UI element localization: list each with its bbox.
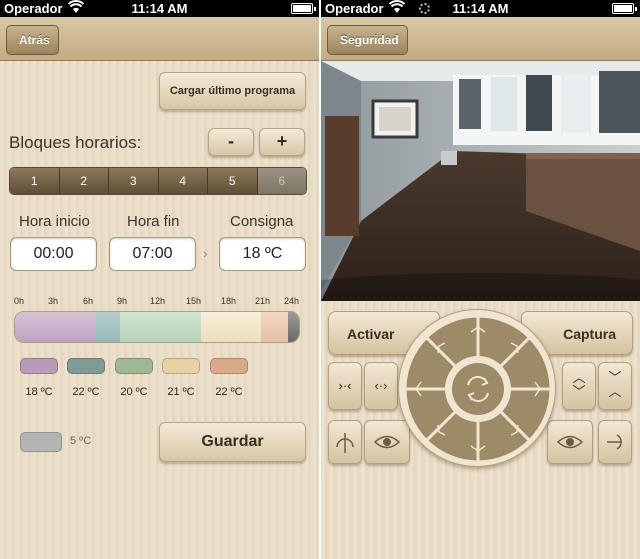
zoom-out-icon: ‹·›	[374, 378, 388, 393]
battery-icon	[612, 3, 637, 14]
battery-icon	[291, 3, 316, 14]
clock: 11:14 AM	[131, 1, 188, 16]
start-time-label: Hora inicio	[19, 213, 90, 230]
capture-label: Captura	[563, 326, 616, 342]
tick-label: 18h	[221, 296, 237, 306]
ptz-direction-pad	[398, 309, 556, 467]
tick-label: 6h	[83, 296, 94, 306]
arrow-right-icon: ›	[203, 245, 208, 261]
tick-label: 24h	[284, 296, 300, 306]
focus-far-button[interactable]: ﹀ ︿	[598, 362, 632, 410]
tick-label: 21h	[255, 296, 271, 306]
status-bar: Operador 11:14 AM	[0, 0, 319, 17]
timeline-segment	[260, 312, 288, 342]
nav-bar: Seguridad	[321, 17, 640, 61]
save-button[interactable]: Guardar	[159, 422, 306, 462]
zoom-in-button[interactable]: ›·‹	[328, 362, 362, 410]
schedule-timeline-bar[interactable]	[14, 311, 300, 343]
focus-near-button[interactable]: ︿ ﹀	[562, 362, 596, 410]
end-time-label: Hora fin	[127, 213, 180, 230]
block-tab-2[interactable]: 2	[59, 168, 109, 194]
tick-label: 0h	[14, 296, 25, 306]
clock: 11:14 AM	[452, 1, 509, 16]
remove-block-button[interactable]: -	[208, 128, 254, 156]
time-block-selector: 1 2 3 4 5 6	[9, 167, 307, 195]
color-swatch	[20, 358, 58, 374]
tick-label: 15h	[186, 296, 202, 306]
time-blocks-label: Bloques horarios:	[9, 133, 142, 152]
start-time-field[interactable]: 00:00	[10, 237, 97, 271]
iris-open-icon	[607, 434, 622, 450]
camera-feed[interactable]	[321, 61, 640, 301]
block-tab-3[interactable]: 3	[109, 168, 159, 194]
block-tab-5[interactable]: 5	[208, 168, 258, 194]
swatch-temp-label: 22 ºC	[215, 386, 243, 398]
back-button[interactable]: Seguridad	[327, 25, 408, 55]
tick-label: 12h	[150, 296, 166, 306]
swatch-temp-label: 18 ºC	[25, 386, 53, 398]
iris-close-icon	[336, 433, 354, 453]
swatch-temp-label: 21 ºC	[167, 386, 195, 398]
back-button[interactable]: Atrás	[6, 25, 59, 55]
focus-far-icon: ﹀ ︿	[608, 370, 622, 399]
zoom-in-icon: ›·‹	[338, 378, 352, 393]
setpoint-field[interactable]: 18 ºC	[219, 237, 306, 271]
activate-label: Activar	[347, 326, 395, 342]
timeline-segment	[95, 312, 121, 342]
end-time-field[interactable]: 07:00	[109, 237, 196, 271]
color-swatch	[67, 358, 105, 374]
nav-bar: Atrás	[0, 17, 319, 61]
block-tab-6: 6	[257, 168, 306, 194]
tick-label: 9h	[117, 296, 128, 306]
color-swatch	[162, 358, 200, 374]
timeline-segment	[120, 312, 201, 342]
setpoint-label: Consigna	[230, 213, 294, 230]
add-block-button[interactable]: +	[259, 128, 305, 156]
center-reset-button[interactable]	[452, 363, 504, 415]
timeline-segment	[201, 312, 261, 342]
focus-near-icon: ︿ ﹀	[572, 370, 586, 399]
swatch-temp-label: 20 ºC	[120, 386, 148, 398]
thermostat-schedule-screen: Operador 11:14 AM Atrás Cargar último pr…	[0, 0, 319, 559]
load-last-program-button[interactable]: Cargar último programa	[159, 72, 306, 110]
timeline-segment	[287, 312, 299, 342]
swatch-temp-label: 22 ºC	[72, 386, 100, 398]
block-tab-1[interactable]: 1	[10, 168, 60, 194]
status-bar: Operador 11:14 AM	[321, 0, 640, 17]
off-color-swatch	[20, 432, 62, 452]
color-swatch	[115, 358, 153, 374]
iris-close-button[interactable]	[328, 420, 362, 464]
timeline-segment	[15, 312, 96, 342]
tick-label: 3h	[48, 296, 59, 306]
security-camera-screen: Operador 11:14 AM Seguridad Activar Capt…	[321, 0, 640, 559]
color-swatch	[210, 358, 248, 374]
off-temp-label: 5 ºC	[70, 435, 92, 447]
zoom-out-button[interactable]: ‹·›	[364, 362, 398, 410]
block-tab-4[interactable]: 4	[158, 168, 208, 194]
iris-open-button[interactable]	[598, 420, 632, 464]
